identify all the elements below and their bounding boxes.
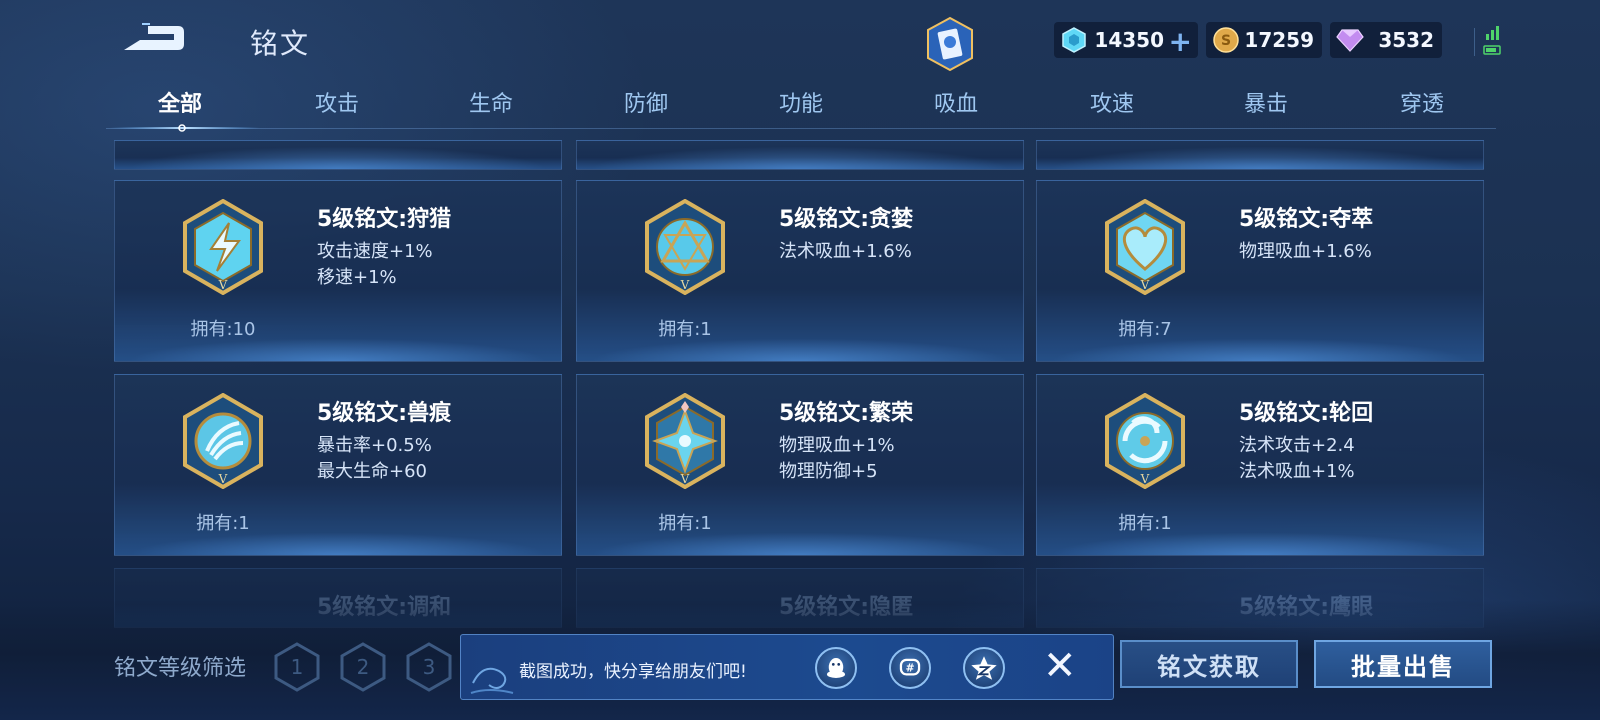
svg-text:V: V (1140, 472, 1150, 486)
svg-text:V: V (218, 278, 228, 292)
get-runes-button[interactable]: 铭文获取 (1120, 640, 1298, 688)
level-filter-value: 2 (357, 655, 370, 679)
crystal-icon (1062, 27, 1086, 53)
tab-lifesteal[interactable]: 吸血 (896, 86, 1016, 118)
rune-name: 5级铭文:狩猎 (317, 207, 452, 232)
rune-name: 5级铭文:轮回 (1239, 401, 1374, 426)
svg-text:V: V (680, 278, 690, 292)
crystal-value: 14350 (1094, 28, 1164, 52)
level-filter-value: 1 (291, 655, 304, 679)
qzone-icon (971, 656, 997, 680)
tab-attack-speed[interactable]: 攻速 (1052, 86, 1172, 118)
bulk-sell-button[interactable]: 批量出售 (1314, 640, 1492, 688)
diamond-icon (1336, 29, 1364, 52)
tab-all[interactable]: 全部 (120, 86, 240, 118)
svg-text:S: S (1221, 33, 1231, 49)
rune-card[interactable]: V 拥有:7 5级铭文:夺萃 物理吸血+1.6% (1036, 180, 1484, 362)
owned-count: 拥有:1 (196, 513, 250, 534)
rune-card[interactable]: V 拥有:1 5级铭文:贪婪 法术吸血+1.6% (576, 180, 1024, 362)
gold-coin-icon: S (1213, 27, 1239, 53)
tab-critical[interactable]: 暴击 (1206, 86, 1326, 118)
rune-card[interactable]: V 拥有:10 5级铭文:狩猎 攻击速度+1% 移速+1% (114, 180, 562, 362)
owned-count: 拥有:1 (658, 513, 712, 534)
rune-name: 5级铭文:夺萃 (1239, 207, 1374, 232)
owned-count: 拥有:1 (1118, 513, 1172, 534)
rune-stat: 移速+1% (317, 267, 397, 288)
rune-card[interactable]: V 拥有:1 5级铭文:兽痕 暴击率+0.5% 最大生命+60 (114, 374, 562, 556)
rune-stat: 法术吸血+1.6% (779, 241, 912, 262)
owned-count: 拥有:1 (658, 319, 712, 340)
tab-attack[interactable]: 攻击 (277, 86, 397, 118)
rune-stat: 物理吸血+1.6% (1239, 241, 1372, 262)
rune-stat: 暴击率+0.5% (317, 435, 432, 456)
level-filter-value: 3 (423, 655, 436, 679)
wave-decoration-icon (470, 667, 514, 694)
moments-share-button[interactable]: # (889, 647, 931, 689)
owned-count: 拥有:7 (1118, 319, 1172, 340)
owned-count: 拥有:10 (190, 319, 256, 340)
tab-health[interactable]: 生命 (431, 86, 551, 118)
gold-currency: S 17259 (1206, 22, 1322, 58)
rune-card[interactable]: V 拥有:1 5级铭文:繁荣 物理吸血+1% 物理防御+5 (576, 374, 1024, 556)
rune-name: 5级铭文:繁荣 (779, 401, 914, 426)
rune-card-partial[interactable] (114, 129, 562, 170)
add-crystal-icon[interactable]: + (1169, 25, 1192, 58)
qq-icon (826, 658, 846, 678)
swirl-rune-icon: V (1105, 393, 1185, 489)
svg-text:V: V (218, 472, 228, 486)
rune-stat: 法术攻击+2.4 (1239, 435, 1355, 456)
rune-name: 5级铭文:兽痕 (317, 401, 452, 426)
qzone-share-button[interactable] (963, 647, 1005, 689)
level-filter-label: 铭文等级筛选 (114, 656, 247, 681)
rune-stat: 物理吸血+1% (779, 435, 895, 456)
close-icon[interactable]: ✕ (1043, 643, 1077, 689)
rune-stat: 物理防御+5 (779, 461, 878, 482)
tab-utility[interactable]: 功能 (741, 86, 861, 118)
qq-share-button[interactable] (815, 647, 857, 689)
rune-stat: 最大生命+60 (317, 461, 427, 482)
claw-rune-icon: V (183, 393, 263, 489)
tab-penetration[interactable]: 穿透 (1362, 86, 1482, 118)
tab-defense[interactable]: 防御 (586, 86, 706, 118)
level-filter-2[interactable]: 2 (340, 642, 386, 692)
signal-battery-icon (1474, 26, 1501, 56)
heart-rune-icon: V (1105, 199, 1185, 295)
svg-text:V: V (680, 472, 690, 486)
screenshot-share-toast: 截图成功，快分享给朋友们吧! # ✕ (460, 634, 1114, 700)
rune-card-partial[interactable] (1036, 129, 1484, 170)
back-button[interactable] (118, 20, 188, 56)
wechat-moments-icon: # (899, 658, 921, 676)
star-rune-icon: V (645, 393, 725, 489)
rune-card[interactable]: V 拥有:1 5级铭文:轮回 法术攻击+2.4 法术吸血+1% (1036, 374, 1484, 556)
rune-card-partial[interactable] (576, 129, 1024, 170)
triangle-rune-icon: V (645, 199, 725, 295)
svg-text:#: # (905, 662, 914, 675)
gold-value: 17259 (1244, 28, 1314, 52)
diamond-value: 3532 (1378, 28, 1434, 52)
rune-card-icon[interactable] (924, 16, 976, 72)
rune-name: 5级铭文:贪婪 (779, 207, 914, 232)
page-title: 铭文 (250, 27, 311, 60)
lightning-rune-icon: V (183, 199, 263, 295)
rune-stat: 攻击速度+1% (317, 241, 433, 262)
level-filter-1[interactable]: 1 (274, 642, 320, 692)
svg-text:V: V (1140, 278, 1150, 292)
diamond-currency: 3532 (1330, 22, 1442, 58)
toast-message: 截图成功，快分享给朋友们吧! (519, 662, 747, 682)
rune-stat: 法术吸血+1% (1239, 461, 1355, 482)
level-filter-3[interactable]: 3 (406, 642, 452, 692)
crystal-currency: 14350 + (1054, 22, 1198, 58)
category-tabs: 全部 攻击 生命 防御 功能 吸血 攻速 暴击 穿透 (106, 86, 1496, 130)
